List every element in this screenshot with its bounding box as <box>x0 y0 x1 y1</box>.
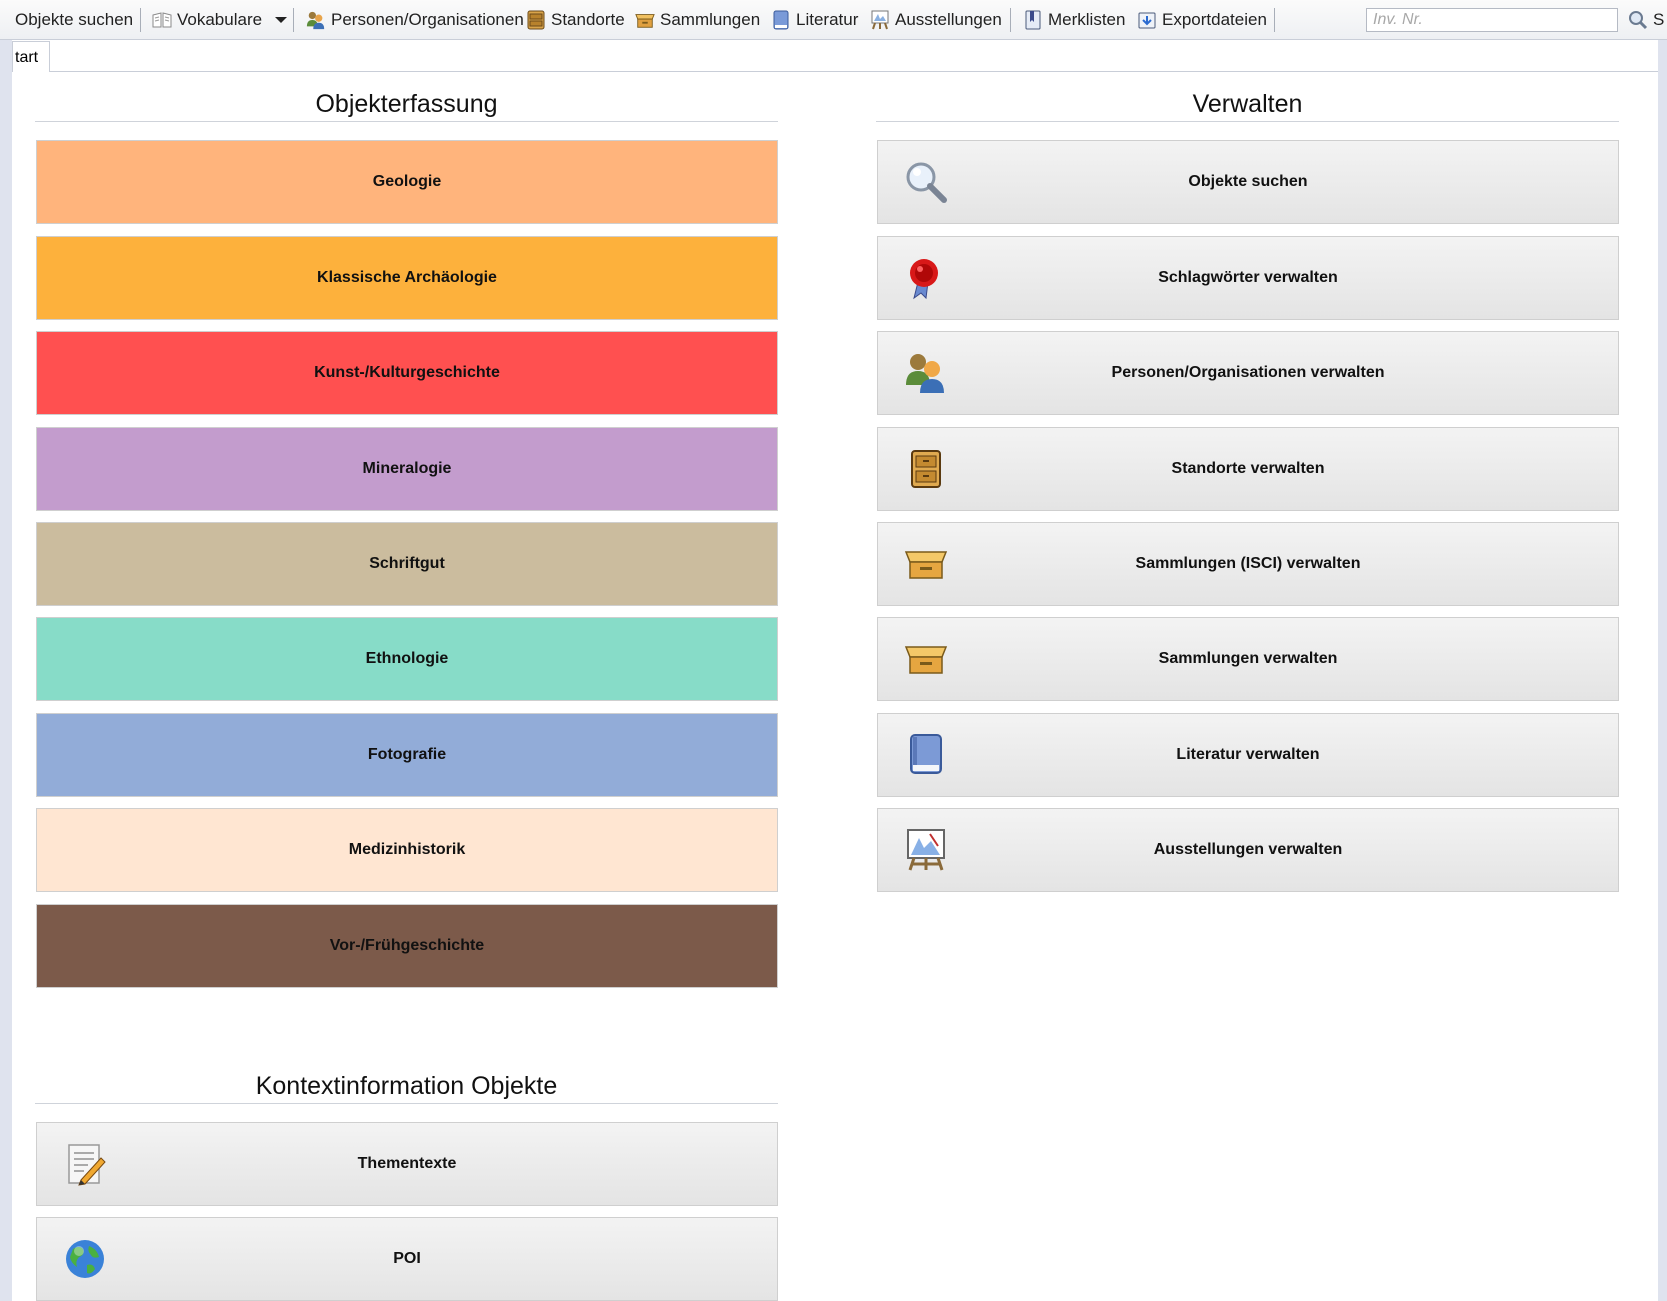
globe-icon <box>63 1237 107 1281</box>
cabinet-icon <box>526 10 546 30</box>
magnifier-icon <box>904 160 948 204</box>
tile-label: Kunst-/Kulturgeschichte <box>314 364 500 381</box>
toolbar-separator <box>1274 8 1275 32</box>
box-icon <box>904 542 948 586</box>
toolbar-search-button-label: S <box>1653 10 1665 29</box>
capture-tile-medizinhistorik[interactable]: Medizinhistorik <box>36 808 778 892</box>
export-icon <box>1137 10 1157 30</box>
tile-label: Sammlungen (ISCI) verwalten <box>1135 555 1361 572</box>
tab-start-label: tart <box>15 49 39 66</box>
toolbar-search-objects[interactable]: Objekte suchen <box>15 8 133 32</box>
tile-label: Schlagwörter verwalten <box>1158 269 1338 286</box>
toolbar-persons-label: Personen/Organisationen <box>331 10 524 29</box>
toolbar-exports-label: Exportdateien <box>1162 10 1267 29</box>
capture-tile-kunst-kulturgeschichte[interactable]: Kunst-/Kulturgeschichte <box>36 331 778 415</box>
tile-label: Mineralogie <box>362 460 452 477</box>
tile-label: Geologie <box>372 173 442 190</box>
capture-tile-ethnologie[interactable]: Ethnologie <box>36 617 778 701</box>
tile-label: Literatur verwalten <box>1176 746 1320 763</box>
book-icon <box>904 733 948 777</box>
toolbar: Objekte suchen Vokabulare Personen/Organ… <box>0 0 1667 40</box>
tile-label: Schriftgut <box>369 555 445 572</box>
manage-tile-schlagwoerter[interactable]: Schlagwörter verwalten <box>877 236 1619 320</box>
chevron-down-icon <box>275 17 288 23</box>
toolbar-literature-label: Literatur <box>796 10 859 29</box>
tile-label: Ethnologie <box>365 650 449 667</box>
seal-icon <box>904 256 948 300</box>
toolbar-exports[interactable]: Exportdateien <box>1137 8 1267 32</box>
capture-tile-vor-fruehgeschichte[interactable]: Vor-/Frühgeschichte <box>36 904 778 988</box>
tile-label: POI <box>393 1250 421 1267</box>
manage-tile-literatur[interactable]: Literatur verwalten <box>877 713 1619 797</box>
context-tile-thementexte[interactable]: Thementexte <box>36 1122 778 1206</box>
toolbar-exhibitions-label: Ausstellungen <box>895 10 1002 29</box>
book-open-icon <box>152 10 172 30</box>
section-title-objekterfassung: Objekterfassung <box>35 92 778 122</box>
cabinet-icon <box>904 447 948 491</box>
toolbar-collections-label: Sammlungen <box>660 10 761 29</box>
manage-tile-sammlungen[interactable]: Sammlungen verwalten <box>877 617 1619 701</box>
capture-tile-geologie[interactable]: Geologie <box>36 140 778 224</box>
toolbar-separator <box>1010 8 1011 32</box>
app-window: Objekte suchen Vokabulare Personen/Organ… <box>0 0 1667 1301</box>
capture-tile-fotografie[interactable]: Fotografie <box>36 713 778 797</box>
search-icon <box>1628 10 1648 30</box>
manage-tile-personen-organisationen[interactable]: Personen/Organisationen verwalten <box>877 331 1619 415</box>
tile-label: Personen/Organisationen verwalten <box>1111 364 1385 381</box>
tile-label: Ausstellungen verwalten <box>1153 841 1343 858</box>
toolbar-vocabularies-label: Vokabulare <box>177 10 263 29</box>
tab-strip-border <box>50 71 1658 72</box>
manage-tile-objekte-suchen[interactable]: Objekte suchen <box>877 140 1619 224</box>
easel-icon <box>870 10 890 30</box>
context-tile-poi[interactable]: POI <box>36 1217 778 1301</box>
inventory-number-input[interactable] <box>1366 8 1618 32</box>
toolbar-literature[interactable]: Literatur <box>771 8 858 32</box>
section-title-kontextinformation: Kontextinformation Objekte <box>35 1074 778 1104</box>
tile-label: Vor-/Frühgeschichte <box>329 937 485 954</box>
toolbar-separator <box>293 8 294 32</box>
toolbar-locations[interactable]: Standorte <box>526 8 625 32</box>
toolbar-search-button[interactable]: S <box>1628 8 1664 32</box>
box-icon <box>635 10 655 30</box>
toolbar-watchlists-label: Merklisten <box>1048 10 1126 29</box>
tile-label: Standorte verwalten <box>1171 460 1325 477</box>
toolbar-collections[interactable]: Sammlungen <box>635 8 760 32</box>
box-icon <box>904 637 948 681</box>
toolbar-persons[interactable]: Personen/Organisationen <box>306 8 524 32</box>
book-icon <box>771 10 791 30</box>
manage-tile-standorte[interactable]: Standorte verwalten <box>877 427 1619 511</box>
capture-tile-schriftgut[interactable]: Schriftgut <box>36 522 778 606</box>
capture-tile-mineralogie[interactable]: Mineralogie <box>36 427 778 511</box>
bookmark-list-icon <box>1023 10 1043 30</box>
tile-label: Fotografie <box>367 746 447 763</box>
toolbar-watchlists[interactable]: Merklisten <box>1023 8 1125 32</box>
people-icon <box>904 351 948 395</box>
tile-label: Thementexte <box>357 1155 457 1172</box>
toolbar-vocabularies[interactable]: Vokabulare <box>152 8 288 32</box>
tile-label: Objekte suchen <box>1188 173 1308 190</box>
tab-start[interactable]: tart <box>12 41 50 72</box>
toolbar-search-objects-label: Objekte suchen <box>15 10 134 29</box>
tile-label: Medizinhistorik <box>348 841 466 858</box>
section-title-verwalten: Verwalten <box>876 92 1619 122</box>
tile-label: Sammlungen verwalten <box>1158 650 1338 667</box>
tile-label: Klassische Archäologie <box>317 269 497 286</box>
toolbar-locations-label: Standorte <box>551 10 625 29</box>
toolbar-separator <box>140 8 141 32</box>
people-icon <box>306 10 326 30</box>
note-pencil-icon <box>63 1142 107 1186</box>
easel-icon <box>904 828 948 872</box>
capture-tile-klassische-archaeologie[interactable]: Klassische Archäologie <box>36 236 778 320</box>
manage-tile-ausstellungen[interactable]: Ausstellungen verwalten <box>877 808 1619 892</box>
toolbar-exhibitions[interactable]: Ausstellungen <box>870 8 1002 32</box>
manage-tile-sammlungen-isci[interactable]: Sammlungen (ISCI) verwalten <box>877 522 1619 606</box>
